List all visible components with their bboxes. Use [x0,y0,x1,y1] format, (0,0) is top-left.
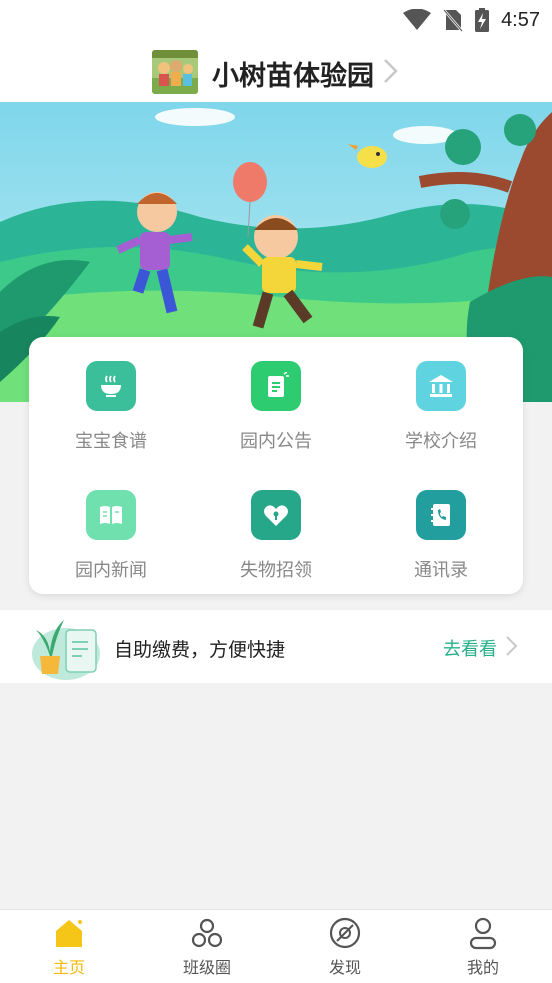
feature-label: 园内新闻 [75,560,147,580]
home-icon [56,920,82,947]
feature-baby-recipes[interactable]: 宝宝食谱 [29,337,193,451]
feature-news[interactable]: 园内新闻 [29,466,193,580]
feature-label: 失物招领 [240,560,312,580]
school-header[interactable]: 小树苗体验园 [0,40,552,102]
no-sim-icon [443,9,464,32]
status-icons: 4:57 [403,6,540,34]
chevron-right-icon[interactable] [504,635,518,657]
notice-icon [251,361,301,411]
nav-label: 班级圈 [182,960,231,977]
nav-mine[interactable]: 我的 [414,910,552,983]
feature-contacts[interactable]: 通讯录 [359,466,523,580]
nav-home[interactable]: 主页 [0,910,138,983]
person-icon [469,917,497,950]
feature-school-intro[interactable]: 学校介绍 [359,337,523,451]
chevron-right-icon[interactable] [382,58,398,84]
promo-text: 自助缴费，方便快捷 [114,640,286,661]
self-payment-banner[interactable]: 自助缴费，方便快捷 去看看 [0,610,552,683]
nav-discover[interactable]: 发现 [276,910,414,983]
nav-label: 主页 [52,960,85,977]
feature-notices[interactable]: 园内公告 [194,337,358,451]
bowl-icon [86,361,136,411]
compass-icon [329,917,361,949]
bottom-nav: 主页 班级圈 发现 我的 [0,909,552,983]
feature-label: 园内公告 [240,431,312,451]
go-see-link[interactable]: 去看看 [443,635,497,661]
circles-icon [191,918,223,948]
nav-class-circle[interactable]: 班级圈 [138,910,276,983]
wifi-icon [403,9,432,30]
status-time: 4:57 [501,8,540,31]
feature-label: 宝宝食谱 [75,431,147,451]
school-building-icon [416,361,466,411]
feature-lost-found[interactable]: 失物招领 [194,466,358,580]
feature-label: 学校介绍 [405,431,477,451]
book-icon [86,490,136,540]
feature-label: 通讯录 [414,560,468,580]
plant-bill-icon [32,620,100,680]
feature-grid: 宝宝食谱 园内公告 学校介绍 园内新闻 失物招领 通讯录 [29,337,523,594]
nav-label: 发现 [328,960,361,977]
phone-book-icon [416,490,466,540]
battery-charging-icon [475,8,490,32]
school-thumbnail [152,50,198,94]
status-bar: 4:57 [0,0,552,40]
school-name: 小树苗体验园 [212,61,374,91]
lock-heart-icon [251,490,301,540]
nav-label: 我的 [466,960,499,977]
